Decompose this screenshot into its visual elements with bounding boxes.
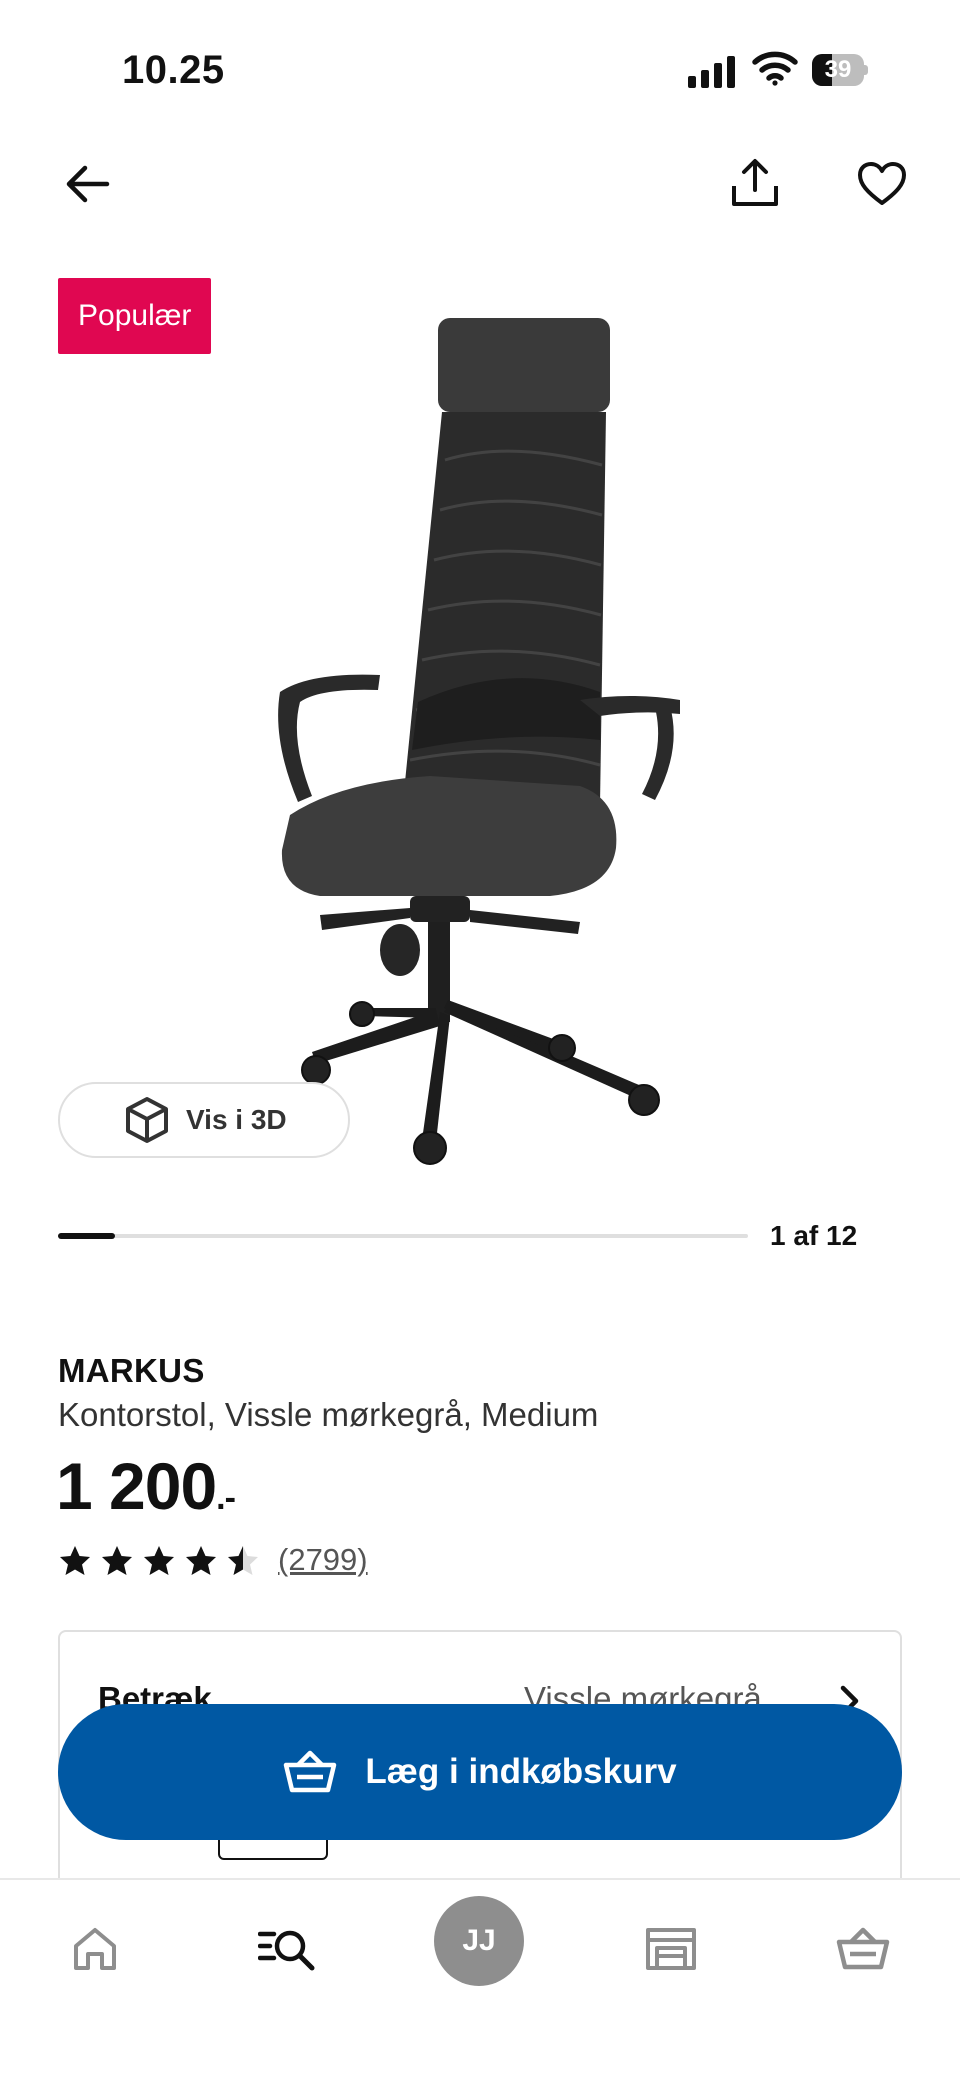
- battery-icon: 39: [812, 54, 868, 86]
- tab-stores[interactable]: [626, 1904, 716, 1994]
- tab-home[interactable]: [50, 1904, 140, 1994]
- status-time: 10.25: [122, 48, 225, 92]
- carousel-progress: [58, 1233, 748, 1239]
- view-in-3d-button[interactable]: Vis i 3D: [58, 1082, 350, 1158]
- view-in-3d-label: Vis i 3D: [186, 1104, 287, 1135]
- rating-stars[interactable]: [58, 1544, 260, 1578]
- wifi-icon: [752, 50, 798, 91]
- product-image[interactable]: [250, 300, 710, 1180]
- basket-icon: [284, 1750, 337, 1793]
- review-count-link[interactable]: (2799): [278, 1542, 368, 1578]
- star-icon: [144, 1546, 174, 1575]
- price-value: 1 200: [56, 1449, 217, 1523]
- star-icon: [60, 1546, 90, 1575]
- home-icon: [74, 1928, 116, 1970]
- product-name: MARKUS: [58, 1352, 205, 1389]
- store-icon: [646, 1928, 696, 1970]
- back-button[interactable]: [60, 156, 116, 212]
- battery-level: 39: [824, 56, 852, 83]
- tab-search[interactable]: [242, 1904, 332, 1994]
- cellular-signal-icon: [688, 54, 740, 88]
- carousel-counter: 1 af 12: [770, 1220, 858, 1251]
- search-list-icon: [258, 1930, 315, 1971]
- cube-icon: [126, 1097, 168, 1143]
- office-chair-image: [278, 318, 680, 1165]
- price-suffix: .-: [216, 1479, 236, 1517]
- tab-cart[interactable]: [818, 1904, 908, 1994]
- share-icon: [732, 159, 778, 206]
- profile-avatar[interactable]: JJ: [434, 1896, 524, 1986]
- product-price: 1 200.-: [56, 1448, 236, 1524]
- heart-icon: [858, 162, 906, 205]
- basket-icon: [836, 1927, 890, 1970]
- star-icon: [228, 1546, 258, 1575]
- add-to-cart-button[interactable]: Læg i indkøbskurv: [58, 1704, 902, 1840]
- share-button[interactable]: [724, 152, 786, 214]
- arrow-left-icon: [66, 165, 110, 203]
- add-to-cart-label: Læg i indkøbskurv: [365, 1752, 677, 1791]
- product-description: Kontorstol, Vissle mørkegrå, Medium: [58, 1396, 599, 1433]
- star-icon: [186, 1546, 216, 1575]
- favorite-button[interactable]: [852, 154, 912, 214]
- star-icon: [102, 1546, 132, 1575]
- popular-badge: Populær: [58, 278, 212, 354]
